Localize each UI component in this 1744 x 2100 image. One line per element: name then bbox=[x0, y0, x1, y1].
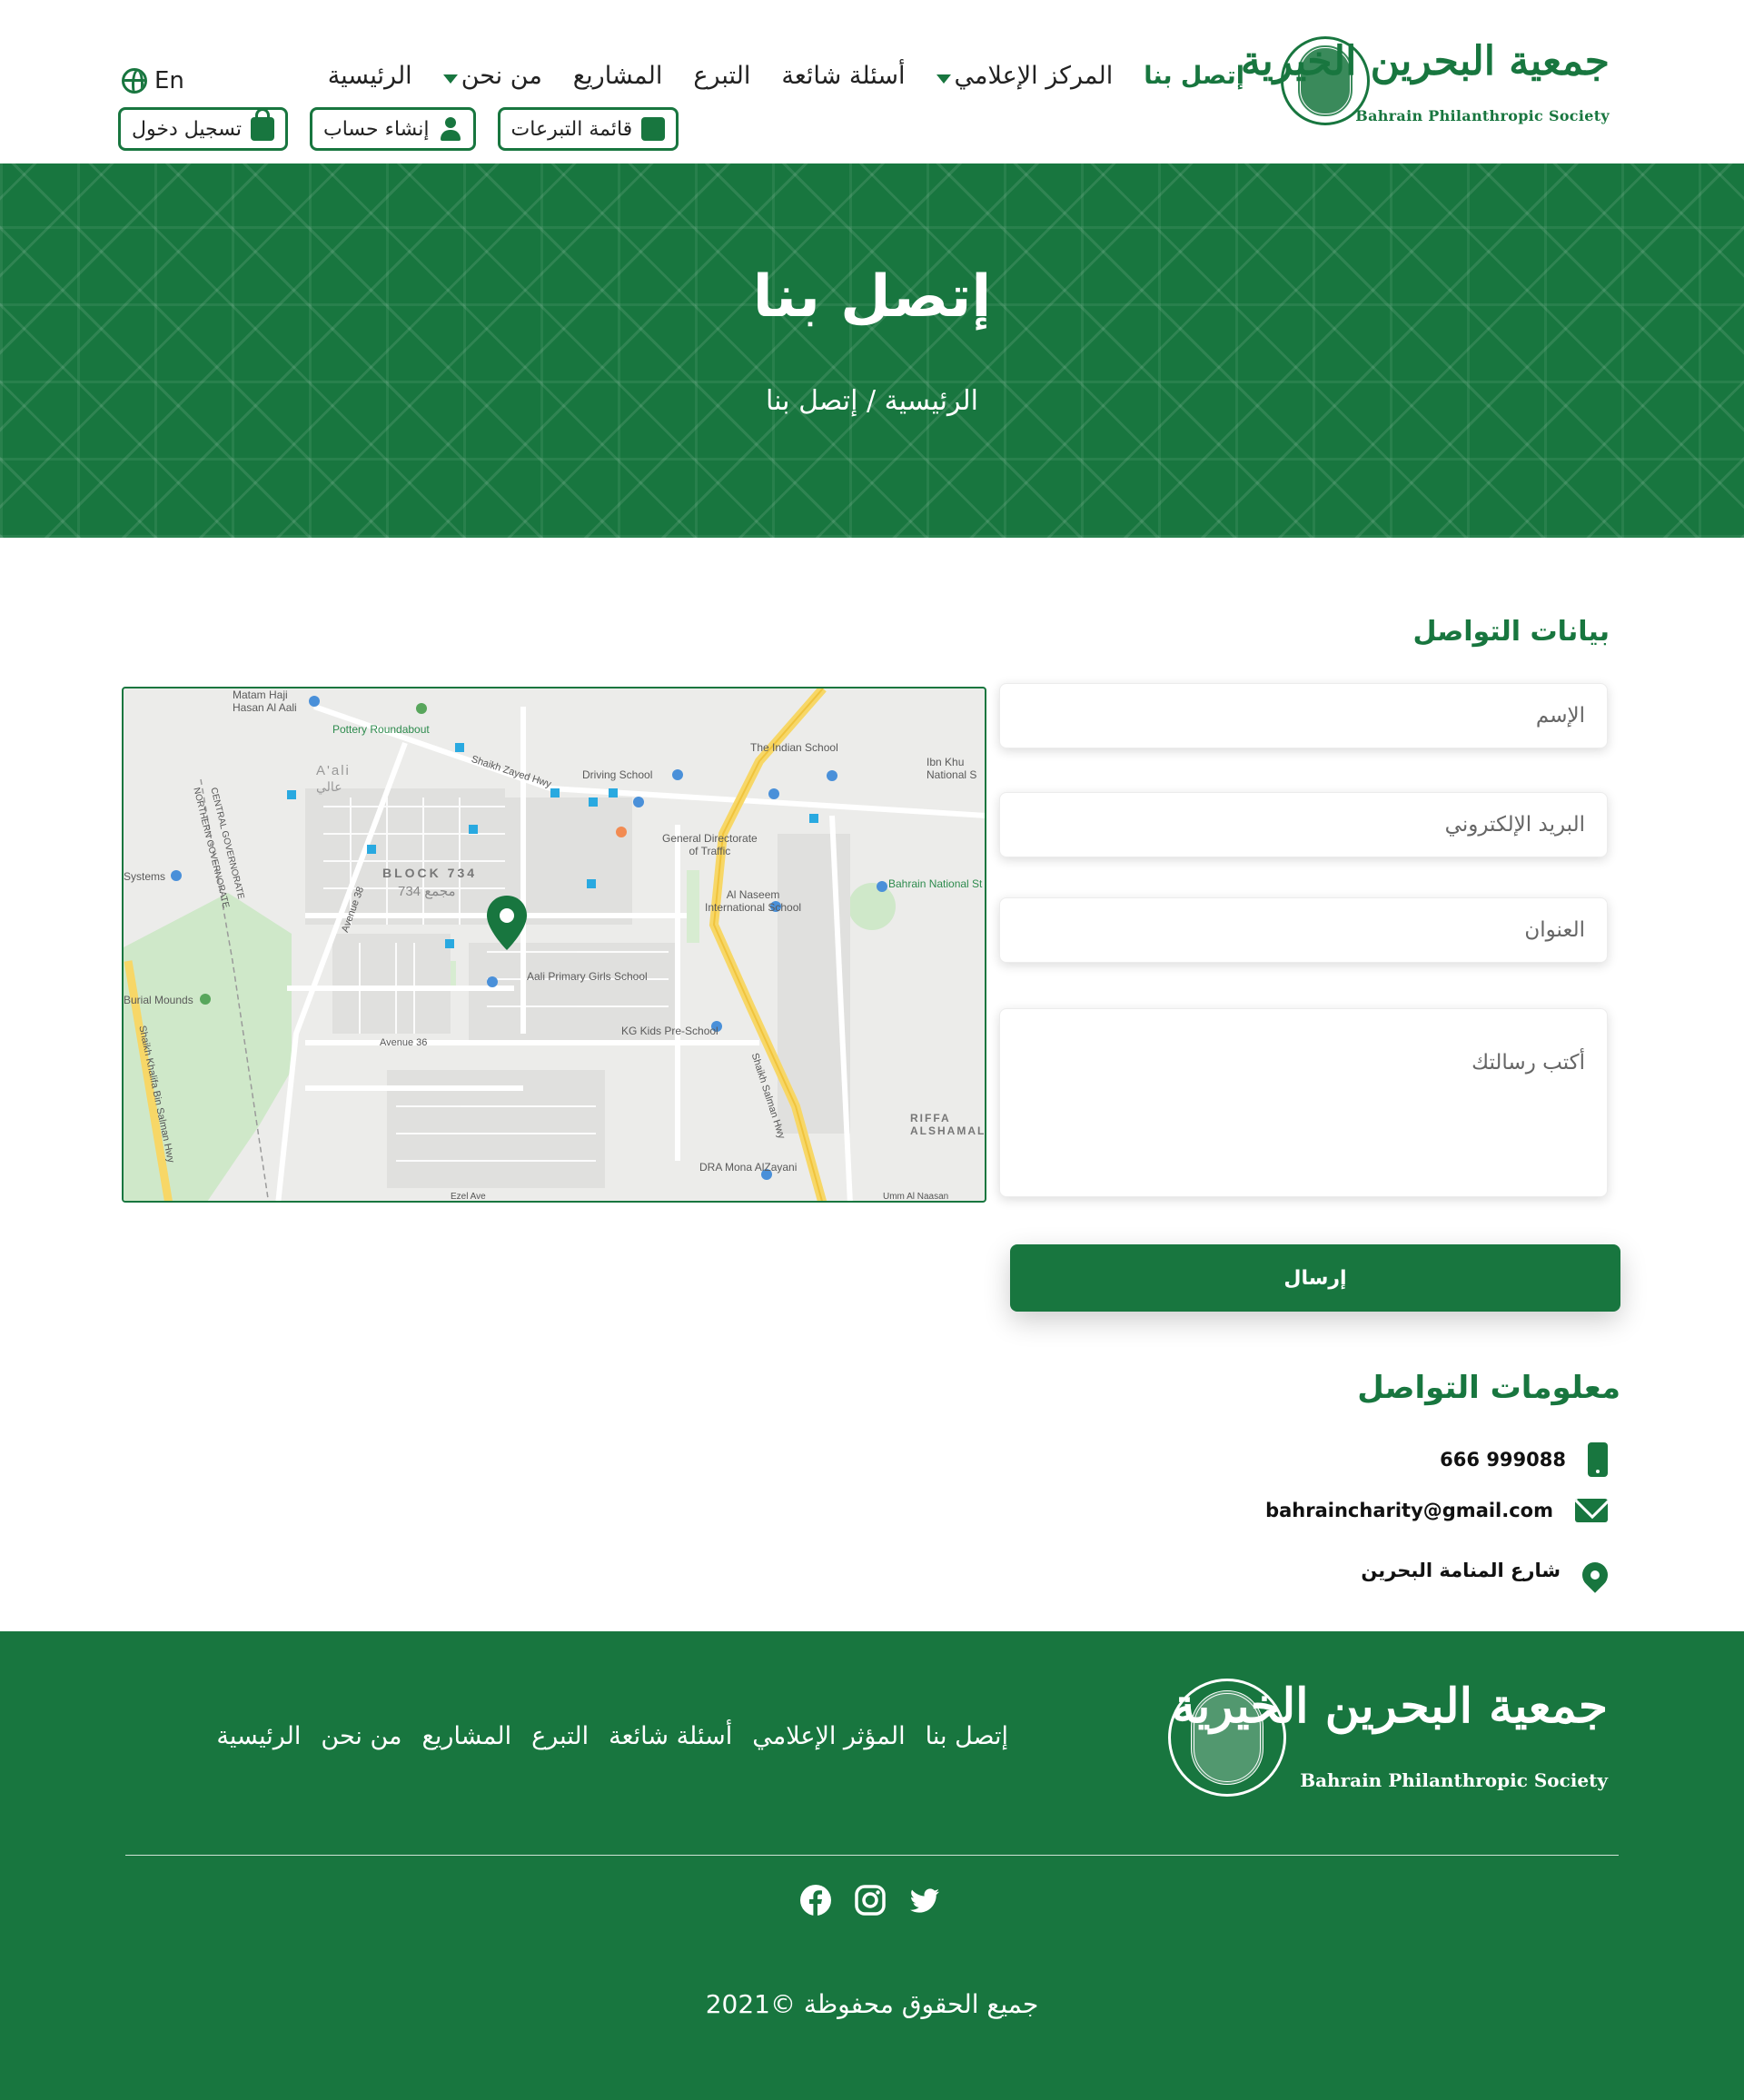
map-label: Driving School bbox=[582, 768, 653, 781]
message-textarea[interactable]: أكتب رسالتك bbox=[999, 1008, 1608, 1197]
footer-nav: الرئيسية من نحن المشاريع التبرع أسئلة شا… bbox=[216, 1722, 1008, 1750]
email-address[interactable]: bahraincharity@gmail.com bbox=[1265, 1500, 1553, 1521]
donation-hand-icon bbox=[641, 117, 666, 141]
map-label: A'ali bbox=[316, 763, 351, 778]
map-label: Avenue 36 bbox=[380, 1037, 428, 1048]
map-label: عالي bbox=[316, 779, 342, 794]
map-label: Burial Mounds bbox=[124, 994, 193, 1006]
language-switcher[interactable]: En bbox=[122, 67, 184, 94]
map-label: Ibn Khu National S bbox=[926, 756, 977, 781]
map-pin-icon[interactable] bbox=[485, 894, 529, 952]
nav-item-about[interactable]: من نحن bbox=[442, 62, 542, 90]
login-button[interactable]: تسجيل دخول bbox=[118, 107, 288, 151]
map-label: DRA Mona AlZayani bbox=[699, 1161, 798, 1174]
mail-icon bbox=[1575, 1499, 1608, 1522]
map-label: مجمع 734 bbox=[398, 884, 456, 899]
email-field[interactable]: البريد الإلكتروني bbox=[999, 792, 1608, 857]
map-label: Matam Haji Hasan Al Aali bbox=[233, 688, 297, 714]
map-label: RIFFA ALSHAMAL bbox=[910, 1112, 986, 1137]
copyright-text: جميع الحقوق محفوظة ©2021 bbox=[705, 1989, 1039, 2019]
nav-item-faq[interactable]: أسئلة شائعة bbox=[781, 62, 905, 90]
form-title: بيانات التواصل bbox=[1412, 616, 1610, 648]
map-label: BLOCK 734 bbox=[382, 866, 478, 880]
footer-link-contact[interactable]: إتصل بنا bbox=[926, 1722, 1008, 1750]
register-button[interactable]: إنشاء حساب bbox=[310, 107, 476, 151]
user-icon bbox=[439, 117, 462, 141]
nav-item-donate[interactable]: التبرع bbox=[693, 62, 750, 90]
street-address: شارع المنامة البحرين bbox=[1361, 1560, 1561, 1581]
map-canvas bbox=[124, 688, 985, 1201]
page-title: إتصل بنا bbox=[752, 263, 992, 331]
main-nav: الرئيسية من نحن المشاريع التبرع أسئلة شا… bbox=[328, 62, 1244, 90]
footer-brand-english: Bahrain Philanthropic Society bbox=[1300, 1769, 1608, 1791]
map-label: Ezel Ave bbox=[451, 1192, 486, 1202]
site-footer: جمعية البحرين الخيرية Bahrain Philanthro… bbox=[0, 1631, 1744, 2100]
location-map[interactable]: Matam Haji Hasan Al Aali Pottery Roundab… bbox=[122, 687, 986, 1203]
footer-link-donate[interactable]: التبرع bbox=[531, 1722, 589, 1750]
phone-icon bbox=[1588, 1442, 1608, 1477]
brand-logo[interactable]: جمعية البحرين الخيرية Bahrain Philanthro… bbox=[1241, 35, 1610, 131]
site-header: جمعية البحرين الخيرية Bahrain Philanthro… bbox=[0, 0, 1744, 163]
map-label: Pottery Roundabout bbox=[332, 723, 430, 736]
map-label: Bahrain National St bbox=[888, 877, 983, 890]
map-label: Aali Primary Girls School bbox=[527, 970, 648, 983]
submit-button[interactable]: إرسال bbox=[1010, 1244, 1620, 1312]
nav-item-media-center[interactable]: المركز الإعلامي bbox=[936, 62, 1113, 90]
phone-number[interactable]: 666 999088 bbox=[1440, 1449, 1566, 1471]
footer-link-about[interactable]: من نحن bbox=[321, 1722, 401, 1750]
map-label: Umm Al Naasan bbox=[883, 1192, 949, 1202]
page-hero: إتصل بنا الرئيسية / إتصل بنا bbox=[0, 163, 1744, 538]
footer-logo[interactable]: جمعية البحرين الخيرية Bahrain Philanthro… bbox=[1168, 1679, 1608, 1800]
social-links bbox=[799, 1884, 941, 1917]
header-buttons: تسجيل دخول إنشاء حساب قائمة التبرعات bbox=[118, 107, 679, 151]
footer-link-home[interactable]: الرئيسية bbox=[216, 1722, 301, 1750]
twitter-icon[interactable] bbox=[908, 1884, 941, 1917]
footer-divider bbox=[125, 1855, 1619, 1856]
footer-link-faq[interactable]: أسئلة شائعة bbox=[609, 1722, 732, 1750]
nav-item-home[interactable]: الرئيسية bbox=[328, 62, 412, 90]
lock-icon bbox=[251, 108, 274, 141]
breadcrumb[interactable]: الرئيسية / إتصل بنا bbox=[0, 385, 1744, 417]
map-label: General Directorate of Traffic bbox=[662, 832, 758, 857]
nav-item-contact[interactable]: إتصل بنا bbox=[1144, 62, 1244, 90]
instagram-icon[interactable] bbox=[854, 1884, 887, 1917]
contact-info-title: معلومات التواصل bbox=[1357, 1370, 1620, 1406]
nav-item-projects[interactable]: المشاريع bbox=[573, 62, 663, 90]
address-field[interactable]: العنوان bbox=[999, 897, 1608, 963]
name-field[interactable]: الإسم bbox=[999, 683, 1608, 748]
footer-link-projects[interactable]: المشاريع bbox=[422, 1722, 512, 1750]
location-pin-icon bbox=[1577, 1557, 1613, 1593]
globe-icon bbox=[122, 68, 147, 94]
map-label: The Indian School bbox=[750, 741, 838, 754]
contact-address: شارع المنامة البحرين bbox=[1361, 1553, 1613, 1593]
chevron-down-icon bbox=[936, 74, 951, 84]
contact-email: bahraincharity@gmail.com bbox=[1265, 1499, 1608, 1522]
footer-brand-arabic: جمعية البحرين الخيرية bbox=[1172, 1679, 1608, 1734]
footer-link-media[interactable]: المؤثر الإعلامي bbox=[752, 1722, 905, 1750]
brand-name-arabic: جمعية البحرين الخيرية bbox=[1240, 38, 1610, 84]
map-label: KG Kids Pre-School bbox=[621, 1025, 718, 1037]
facebook-icon[interactable] bbox=[799, 1884, 832, 1917]
contact-phone: 666 999088 bbox=[1440, 1442, 1608, 1477]
donations-list-button[interactable]: قائمة التبرعات bbox=[497, 107, 679, 151]
chevron-down-icon bbox=[442, 74, 458, 84]
map-label: Al Naseem International School bbox=[705, 888, 802, 914]
brand-name-english: Bahrain Philanthropic Society bbox=[1355, 107, 1610, 124]
language-label: En bbox=[154, 67, 184, 94]
map-label: Systems bbox=[124, 870, 166, 883]
